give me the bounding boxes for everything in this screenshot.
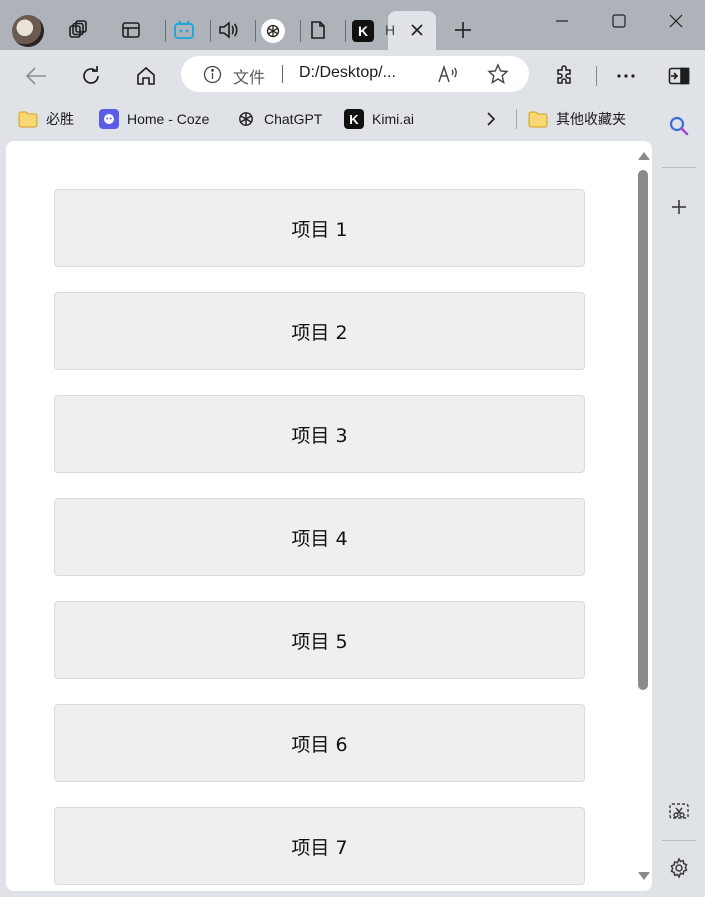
bookmark-kimi[interactable]: K Kimi.ai: [344, 108, 414, 130]
security-label: 文件: [233, 68, 266, 87]
browser-window: K H 文件 D:/Desktop/... 必胜 Home - Coze Cha…: [0, 0, 705, 897]
bookmark-chatgpt[interactable]: ChatGPT: [236, 108, 322, 130]
info-icon[interactable]: [203, 65, 222, 84]
list-item[interactable]: 项目 3: [54, 395, 585, 473]
chevron-right-icon: [485, 111, 497, 127]
scroll-down-arrow-icon[interactable]: [638, 870, 650, 882]
bookmark-label: 其他收藏夹: [556, 111, 626, 127]
address-bar[interactable]: 文件 D:/Desktop/...: [181, 56, 529, 92]
close-window-icon[interactable]: [661, 8, 691, 34]
add-icon[interactable]: [664, 192, 694, 222]
scrollbar-thumb[interactable]: [638, 170, 648, 690]
kimi-icon: K: [344, 109, 364, 129]
folder-icon: [18, 109, 38, 129]
refresh-icon[interactable]: [75, 60, 107, 92]
back-icon[interactable]: [20, 60, 52, 92]
read-aloud-icon[interactable]: [437, 64, 459, 84]
profile-avatar[interactable]: [12, 15, 44, 47]
settings-gear-icon[interactable]: [664, 853, 694, 883]
chatgpt-tab-icon[interactable]: [261, 19, 285, 43]
close-tab-icon[interactable]: [404, 17, 430, 43]
page-content: 项目 1 项目 2 项目 3 项目 4 项目 5 项目 6 项目 7: [6, 141, 652, 891]
list-item[interactable]: 项目 1: [54, 189, 585, 267]
tab-actions-icon[interactable]: [118, 17, 144, 43]
bookmark-coze[interactable]: Home - Coze: [99, 108, 209, 130]
coze-icon: [99, 109, 119, 129]
navigation-bar: 文件 D:/Desktop/...: [0, 50, 705, 100]
bilibili-tab-icon[interactable]: [171, 17, 197, 43]
tab-strip: K H: [0, 0, 705, 50]
list-item[interactable]: 项目 6: [54, 704, 585, 782]
favorite-star-icon[interactable]: [487, 63, 509, 85]
bookmark-folder-bisheng[interactable]: 必胜: [18, 108, 74, 130]
file-tab-icon[interactable]: [305, 17, 331, 43]
url-text[interactable]: D:/Desktop/...: [299, 64, 396, 82]
bookmark-label: Kimi.ai: [372, 111, 415, 127]
list-item[interactable]: 项目 5: [54, 601, 585, 679]
kimi-tab-icon[interactable]: K: [352, 20, 374, 42]
list-item[interactable]: 项目 7: [54, 807, 585, 885]
bookmark-label: 必胜: [46, 111, 74, 127]
speaker-tab-icon[interactable]: [215, 17, 241, 43]
folder-icon: [528, 109, 548, 129]
edge-sidebar: [652, 100, 705, 897]
minimize-icon[interactable]: [547, 8, 577, 34]
list-item[interactable]: 项目 4: [54, 498, 585, 576]
home-icon[interactable]: [130, 60, 162, 92]
bookmark-label: Home - Coze: [127, 111, 210, 127]
workspaces-icon[interactable]: [65, 17, 91, 43]
maximize-icon[interactable]: [604, 8, 634, 34]
bookmarks-bar: 必胜 Home - Coze ChatGPT K Kimi.ai 其他收藏夹: [0, 100, 705, 140]
sidebar-toggle-icon[interactable]: [663, 60, 695, 92]
more-options-icon[interactable]: [610, 60, 642, 92]
bookmark-other-favorites[interactable]: 其他收藏夹: [528, 108, 626, 130]
chatgpt-icon: [236, 109, 256, 129]
new-tab-icon[interactable]: [450, 17, 476, 43]
bookmark-label: ChatGPT: [264, 111, 323, 127]
screenshot-icon[interactable]: [664, 797, 694, 827]
list-item[interactable]: 项目 2: [54, 292, 585, 370]
vertical-scrollbar[interactable]: [636, 141, 652, 891]
bookmarks-overflow-button[interactable]: [485, 108, 497, 130]
search-icon[interactable]: [664, 111, 694, 141]
active-tab-title: H: [385, 22, 396, 38]
scroll-up-arrow-icon[interactable]: [638, 150, 650, 162]
extensions-icon[interactable]: [549, 60, 581, 92]
